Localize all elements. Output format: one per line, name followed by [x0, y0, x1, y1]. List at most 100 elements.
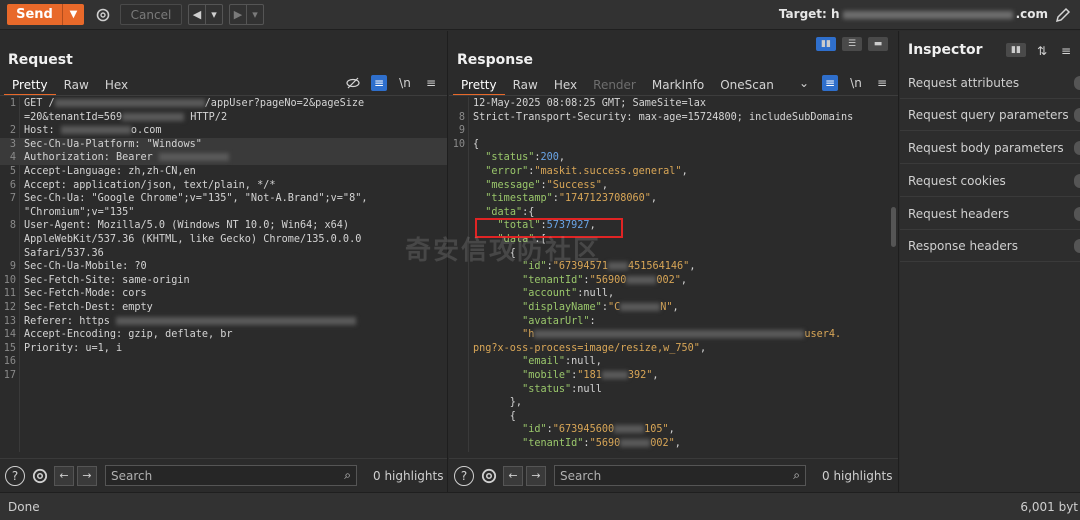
forward-arrow-icon[interactable]: ▶: [230, 5, 246, 24]
inspector-row-request-body-parameters[interactable]: Request body parameters: [900, 132, 1080, 164]
request-line-text: AppleWebKit/537.36 (KHTML, like Gecko) C…: [24, 234, 362, 245]
forward-dropdown-icon[interactable]: ▾: [247, 5, 263, 24]
inspector-row-label: Request cookies: [908, 173, 1006, 188]
response-search-input[interactable]: Search ⌕: [554, 465, 806, 486]
request-tab-hex[interactable]: Hex: [97, 76, 136, 96]
back-arrow-icon[interactable]: ◀: [189, 5, 205, 24]
redacted-text: [54, 99, 205, 107]
response-tab-pretty[interactable]: Pretty: [453, 76, 505, 96]
request-line: 16: [0, 355, 447, 369]
request-line-tail: /appUser?pageNo=2&pageSize: [204, 98, 365, 109]
back-nav-group[interactable]: ◀ ▾: [188, 4, 223, 25]
response-newline-toggle-icon[interactable]: \n: [848, 75, 864, 91]
response-search-next-arrow-icon[interactable]: →: [526, 465, 546, 486]
inspector-row-label: Request attributes: [908, 75, 1020, 90]
inspector-row-request-query-parameters[interactable]: Request query parameters: [900, 99, 1080, 131]
resp-line: 8 Strict-Transport-Security: max-age=1572…: [458, 111, 854, 123]
response-search-settings-gear-icon[interactable]: [478, 465, 500, 487]
line-number: 17: [3, 370, 16, 381]
request-line-text: Sec-Ch-Ua-Platform: "Windows": [24, 138, 202, 150]
help-icon[interactable]: ?: [5, 465, 25, 486]
search-next-arrow-icon[interactable]: →: [77, 465, 97, 486]
request-line-text: Sec-Fetch-Dest: empty: [24, 302, 153, 313]
request-editor[interactable]: 1 GET //appUser?pageNo=2&pageSize =20&tena…: [0, 97, 447, 452]
cancel-button[interactable]: Cancel: [120, 4, 182, 25]
resp-line: "message":"Success",: [485, 179, 608, 191]
target-label: Target:: [778, 7, 827, 21]
tab-overflow-chevron-icon[interactable]: ⌄: [796, 75, 812, 91]
resp-line: "displayName":"C N",: [522, 302, 679, 313]
response-tab-divider: [449, 95, 898, 96]
resp-line: 12-May-2025 08:08:25 GMT; SameSite=lax: [449, 97, 898, 111]
response-tab-onescan[interactable]: OneScan: [712, 76, 782, 96]
request-line: 3 Sec-Ch-Ua-Platform: "Windows": [0, 137, 447, 152]
request-search-bar: ? ← → Search ⌕ 0 highlights: [0, 458, 447, 492]
request-search-input[interactable]: Search ⌕: [105, 465, 357, 486]
top-toolbar: Send ▼ Cancel ◀ ▾ ▶ ▾ Target: h .com: [0, 0, 1080, 30]
resp-line-text: 12-May-2025 08:08:25 GMT; SameSite=lax: [473, 98, 707, 109]
inspector-row-request-cookies[interactable]: Request cookies: [900, 165, 1080, 197]
response-menu-icon[interactable]: ≡: [874, 75, 890, 91]
line-number: 15: [3, 342, 16, 354]
inspector-row-response-headers[interactable]: Response headers: [900, 230, 1080, 262]
response-scrollbar[interactable]: [891, 207, 896, 247]
response-wrap-lines-icon[interactable]: ≡: [822, 75, 838, 91]
request-line-text: User-Agent: Mozilla/5.0 (Windows NT 10.0…: [24, 220, 350, 232]
menu-icon[interactable]: ≡: [423, 75, 439, 91]
forward-nav-group[interactable]: ▶ ▾: [229, 4, 264, 25]
wrap-lines-icon[interactable]: ≡: [371, 75, 387, 91]
settings-gear-icon[interactable]: [92, 4, 114, 26]
request-line-text: GET //appUser?pageNo=2&pageSize: [24, 98, 365, 109]
target-host[interactable]: Target: h .com: [779, 7, 1048, 21]
request-highlights-count: 0 highlights: [373, 468, 444, 483]
request-tab-pretty[interactable]: Pretty: [4, 76, 56, 96]
send-button-group[interactable]: Send ▼: [7, 4, 84, 25]
hide-eye-icon[interactable]: [345, 75, 361, 91]
send-dropdown-icon[interactable]: ▼: [62, 4, 84, 25]
send-button[interactable]: Send: [7, 4, 62, 25]
request-line-text: Accept: application/json, text/plain, */…: [24, 179, 276, 191]
resp-line: 10{: [452, 138, 480, 150]
line-number: 12: [3, 302, 16, 313]
edit-target-pencil-icon[interactable]: [1054, 6, 1072, 27]
resp-line: "status":200,: [485, 152, 566, 164]
newline-toggle-icon[interactable]: \n: [397, 75, 413, 91]
line-number: 5: [9, 166, 16, 177]
response-view-icons: ⌄ ≡ \n ≡: [796, 75, 890, 91]
resp-line: "timestamp":"1747123708060",: [485, 193, 658, 205]
inspector-sort-icon[interactable]: ≡: [1058, 43, 1074, 59]
resp-line: {: [473, 410, 516, 422]
response-tab-hex[interactable]: Hex: [546, 76, 585, 96]
request-line: 12 Sec-Fetch-Dest: empty: [0, 301, 447, 315]
response-tab-markinfo[interactable]: MarkInfo: [644, 76, 712, 96]
search-settings-gear-icon[interactable]: [29, 465, 51, 487]
layout-side-by-side-icon[interactable]: ▮▮: [816, 37, 836, 51]
layout-single-icon[interactable]: ▬: [868, 37, 888, 51]
request-tab-raw[interactable]: Raw: [56, 76, 97, 96]
inspector-align-icon[interactable]: ⇅: [1034, 43, 1050, 59]
request-line: 8 User-Agent: Mozilla/5.0 (Windows NT 10.…: [0, 219, 447, 233]
request-line-tail: HTTP/2: [184, 111, 228, 123]
request-line-text: Sec-Ch-Ua: "Google Chrome";v="135", "Not…: [24, 193, 368, 205]
inspector-layout-icon[interactable]: ▮▮: [1006, 43, 1026, 57]
redacted-text: [158, 153, 229, 162]
inspector-row-request-attributes[interactable]: Request attributes: [900, 67, 1080, 99]
line-number: 14: [3, 329, 16, 341]
request-line: 5 Accept-Language: zh,zh-CN,en: [0, 165, 447, 179]
line-number: 8: [9, 220, 16, 232]
back-dropdown-icon[interactable]: ▾: [206, 5, 222, 24]
inspector-row-request-headers[interactable]: Request headers: [900, 198, 1080, 230]
line-number: 9: [9, 261, 16, 273]
line-number: 4: [9, 152, 16, 164]
response-editor[interactable]: 12-May-2025 08:08:25 GMT; SameSite=lax 8…: [449, 97, 898, 452]
tab-divider: [0, 95, 447, 96]
request-line: 2 Host: o.com: [0, 124, 447, 138]
response-tab-raw[interactable]: Raw: [505, 76, 546, 96]
layout-stacked-icon[interactable]: ☰: [842, 37, 862, 51]
response-help-icon[interactable]: ?: [454, 465, 474, 486]
search-prev-arrow-icon[interactable]: ←: [54, 465, 74, 486]
response-tab-render[interactable]: Render: [585, 76, 644, 96]
request-line: 13 Referer: https: [0, 315, 447, 329]
line-number: 6: [9, 179, 16, 191]
response-search-prev-arrow-icon[interactable]: ←: [503, 465, 523, 486]
